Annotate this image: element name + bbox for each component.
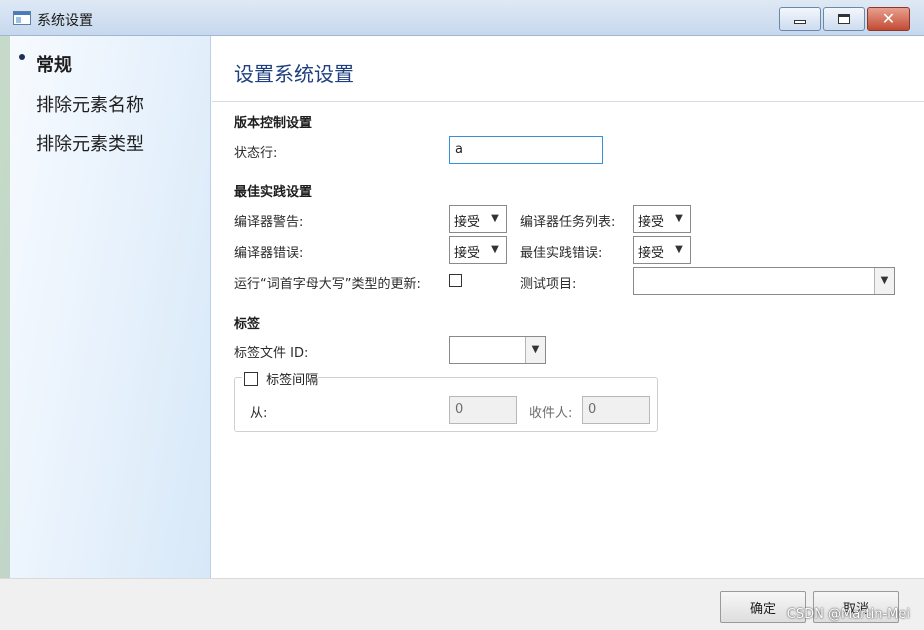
close-button[interactable]: ✕ (867, 7, 910, 31)
test-project-select[interactable]: ▼ (633, 267, 895, 295)
compiler-error-label: 编译器错误: (234, 246, 304, 261)
run-update-checkbox[interactable] (449, 274, 462, 287)
label-interval-legend: 标签间隔 (242, 369, 319, 388)
chevron-down-icon: ▼ (874, 268, 894, 294)
recipient-label: 收件人: (529, 406, 573, 421)
window-title: 系统设置 (37, 13, 93, 29)
maximize-button[interactable] (823, 7, 865, 31)
chevron-down-icon: ▼ (491, 213, 499, 224)
recipient-input[interactable]: 0 (582, 396, 650, 424)
sidebar (0, 36, 211, 578)
section-best-practice: 最佳实践设置 (234, 185, 313, 200)
best-practice-error-value: 接受 (638, 246, 665, 261)
left-edge-strip (0, 36, 10, 630)
label-file-id-label: 标签文件 ID: (234, 346, 309, 361)
best-practice-error-select[interactable]: 接受 ▼ (633, 236, 691, 264)
chevron-down-icon: ▼ (675, 213, 683, 224)
sidebar-item-exclude-types[interactable]: 排除元素类型 (36, 130, 144, 156)
title-bar: 系统设置 ✕ (0, 0, 924, 36)
dialog-footer: 确定 取消 (0, 578, 924, 630)
label-file-id-select[interactable]: ▼ (449, 336, 546, 364)
active-bullet-icon (19, 54, 25, 60)
compiler-warning-label: 编译器警告: (234, 215, 304, 230)
maximize-icon (838, 14, 850, 24)
settings-panel: 设置系统设置 版本控制设置 状态行: a 最佳实践设置 编译器警告: 接受 ▼ … (212, 36, 924, 578)
test-project-label: 测试项目: (520, 277, 577, 292)
compiler-task-list-select[interactable]: 接受 ▼ (633, 205, 691, 233)
compiler-error-value: 接受 (454, 246, 481, 261)
compiler-warning-value: 接受 (454, 215, 481, 230)
window-icon (13, 11, 31, 25)
compiler-task-list-label: 编译器任务列表: (520, 215, 616, 230)
label-interval-checkbox[interactable] (244, 372, 258, 386)
minimize-button[interactable] (779, 7, 821, 31)
from-label: 从: (250, 406, 268, 421)
compiler-error-select[interactable]: 接受 ▼ (449, 236, 507, 264)
chevron-down-icon: ▼ (525, 337, 545, 363)
status-line-input[interactable]: a (449, 136, 603, 164)
run-update-label: 运行“词首字母大写”类型的更新: (234, 277, 421, 292)
divider (212, 101, 924, 102)
close-icon: ✕ (881, 9, 896, 28)
best-practice-error-label: 最佳实践错误: (520, 246, 603, 261)
section-version-control: 版本控制设置 (234, 116, 313, 131)
label-interval-label: 标签间隔 (266, 373, 319, 388)
status-line-label: 状态行: (234, 146, 278, 161)
watermark: CSDN @Martin-Mei (786, 607, 910, 622)
compiler-task-list-value: 接受 (638, 215, 665, 230)
page-title: 设置系统设置 (234, 62, 354, 86)
from-input[interactable]: 0 (449, 396, 517, 424)
sidebar-item-general[interactable]: 常规 (36, 51, 72, 77)
minimize-icon (794, 20, 806, 24)
chevron-down-icon: ▼ (491, 244, 499, 255)
compiler-warning-select[interactable]: 接受 ▼ (449, 205, 507, 233)
section-labels: 标签 (234, 317, 261, 332)
chevron-down-icon: ▼ (675, 244, 683, 255)
sidebar-item-exclude-names[interactable]: 排除元素名称 (36, 91, 144, 117)
